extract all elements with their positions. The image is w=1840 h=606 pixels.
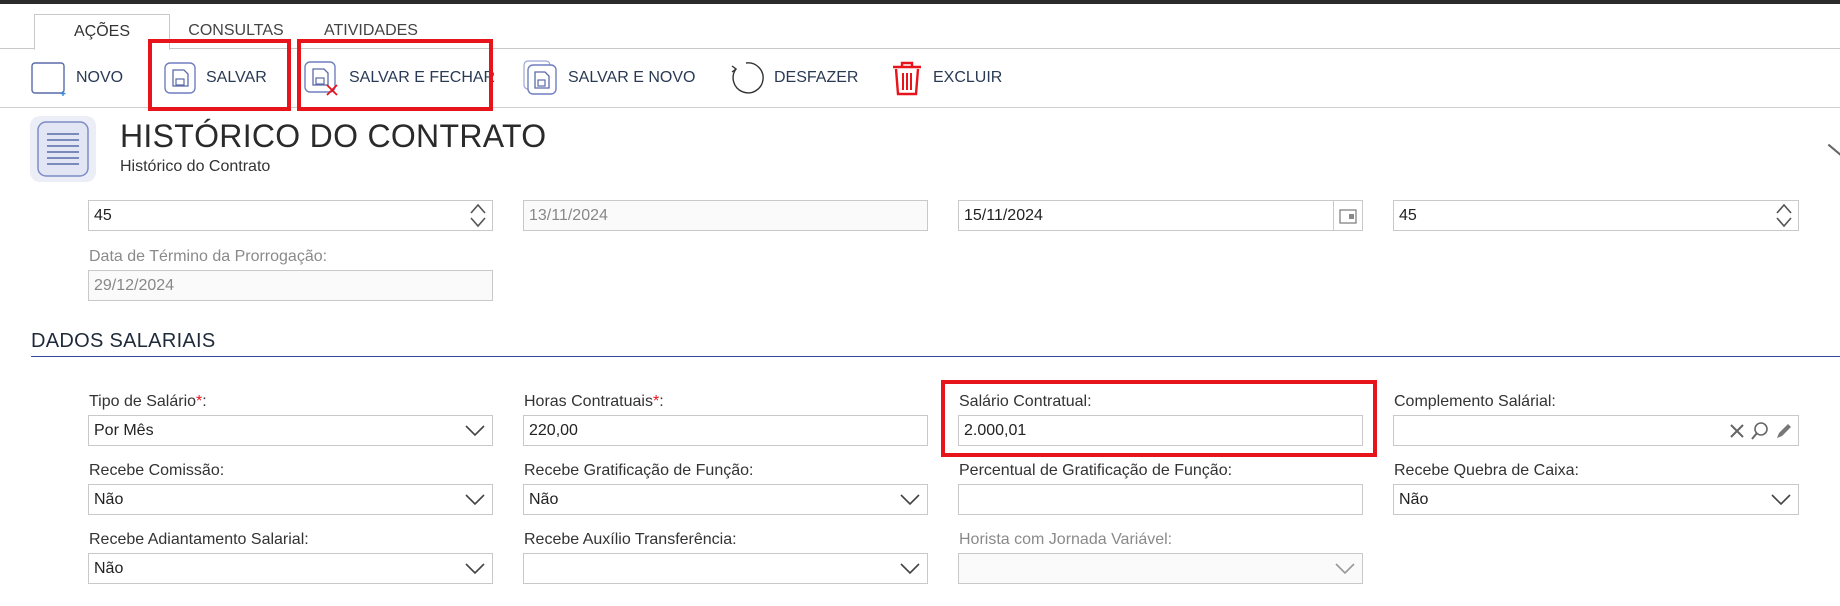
- complemento-salarial-label: Complemento Salárial:: [1394, 393, 1556, 410]
- chevron-down-icon[interactable]: [1764, 485, 1798, 514]
- horista-jornada-variavel-label: Horista com Jornada Variável:: [959, 531, 1173, 548]
- recebe-gratificacao-label: Recebe Gratificação de Função:: [524, 462, 754, 479]
- desfazer-button[interactable]: DESFAZER: [726, 49, 858, 107]
- save-new-icon: [523, 60, 557, 95]
- chevron-down-icon[interactable]: [893, 485, 927, 514]
- document-list-icon: [30, 116, 96, 182]
- desfazer-label: DESFAZER: [774, 69, 859, 86]
- prorrogacao-data-fim-field[interactable]: 15/11/2024: [958, 200, 1363, 231]
- edit-pencil-icon[interactable]: [1774, 421, 1794, 441]
- recebe-quebra-caixa-value: Não: [1399, 491, 1429, 508]
- page-subtitle: Histórico do Contrato: [120, 158, 271, 175]
- calendar-icon: [1339, 208, 1357, 224]
- tipo-salario-label: Tipo de Salário*:: [89, 393, 207, 410]
- recebe-auxilio-transferencia-label: Recebe Auxílio Transferência:: [524, 531, 737, 548]
- spinner-arrows-icon[interactable]: [1772, 202, 1796, 229]
- recebe-auxilio-transferencia-select[interactable]: [523, 553, 928, 584]
- recebe-comissao-select[interactable]: Não: [88, 484, 493, 515]
- prorrogacao-dias-2-field[interactable]: 45: [1393, 200, 1799, 231]
- clear-icon[interactable]: [1728, 422, 1746, 440]
- salvar-e-novo-label: SALVAR E NOVO: [568, 69, 696, 86]
- recebe-gratificacao-value: Não: [529, 491, 559, 508]
- termino-prorrogacao-label: Data de Término da Prorrogação:: [89, 248, 328, 265]
- calendar-button[interactable]: [1333, 201, 1362, 230]
- chevron-down-icon[interactable]: [458, 554, 492, 583]
- tipo-salario-label-text: Tipo de Salário: [89, 393, 197, 410]
- horas-contratuais-label-text: Horas Contratuais: [524, 393, 653, 410]
- trash-icon: [893, 61, 921, 96]
- new-document-icon: [31, 62, 66, 96]
- chevron-down-icon[interactable]: [458, 485, 492, 514]
- recebe-quebra-caixa-select[interactable]: Não: [1393, 484, 1799, 515]
- section-divider: [31, 356, 1840, 357]
- excluir-label: EXCLUIR: [933, 69, 1003, 86]
- horas-contratuais-value: 220,00: [529, 422, 578, 439]
- recebe-adiantamento-value: Não: [94, 560, 124, 577]
- page-title: HISTÓRICO DO CONTRATO: [120, 118, 547, 154]
- recebe-gratificacao-select[interactable]: Não: [523, 484, 928, 515]
- horas-contratuais-label: Horas Contratuais*:: [524, 393, 664, 410]
- percentual-gratificacao-label: Percentual de Gratificação de Função:: [959, 462, 1233, 479]
- recebe-comissao-label: Recebe Comissão:: [89, 462, 225, 479]
- tipo-salario-select[interactable]: Por Mês: [88, 415, 493, 446]
- prorrogacao-dias-2-value: 45: [1399, 207, 1417, 224]
- complemento-salarial-field[interactable]: [1393, 415, 1799, 446]
- recebe-adiantamento-select[interactable]: Não: [88, 553, 493, 584]
- chevron-down-icon[interactable]: [458, 416, 492, 445]
- salario-contratual-highlight: [941, 380, 1377, 457]
- prorrogacao-dias-value: 45: [94, 207, 112, 224]
- recebe-quebra-caixa-label: Recebe Quebra de Caixa:: [1394, 462, 1579, 479]
- recebe-adiantamento-label: Recebe Adiantamento Salarial:: [89, 531, 309, 548]
- tipo-salario-value: Por Mês: [94, 422, 154, 439]
- termino-prorrogacao-value: 29/12/2024: [94, 277, 175, 294]
- horas-contratuais-field[interactable]: 220,00: [523, 415, 928, 446]
- chevron-down-icon: [1328, 554, 1362, 583]
- excluir-button[interactable]: EXCLUIR: [889, 49, 1002, 107]
- prorrogacao-data-fim-value: 15/11/2024: [964, 207, 1043, 224]
- termino-prorrogacao-field: 29/12/2024: [88, 270, 493, 301]
- salvar-e-fechar-highlight: [297, 39, 493, 111]
- prorrogacao-data-inicio-value: 13/11/2024: [529, 207, 608, 224]
- salvar-e-novo-button[interactable]: SALVAR E NOVO: [522, 49, 695, 107]
- section-title: DADOS SALARIAIS: [31, 330, 216, 352]
- prorrogacao-dias-field[interactable]: 45: [88, 200, 493, 231]
- undo-icon: [731, 62, 764, 94]
- chevron-down-icon[interactable]: [893, 554, 927, 583]
- novo-button[interactable]: NOVO: [30, 49, 123, 107]
- recebe-comissao-value: Não: [94, 491, 124, 508]
- spinner-arrows-icon[interactable]: [466, 202, 490, 229]
- prorrogacao-data-inicio-field: 13/11/2024: [523, 200, 928, 231]
- page-header: HISTÓRICO DO CONTRATO Histórico do Contr…: [0, 108, 1840, 188]
- search-icon[interactable]: [1750, 421, 1770, 441]
- horista-jornada-variavel-select: [958, 553, 1363, 584]
- percentual-gratificacao-field[interactable]: [958, 484, 1363, 515]
- salvar-highlight: [148, 39, 291, 111]
- novo-label: NOVO: [76, 69, 124, 86]
